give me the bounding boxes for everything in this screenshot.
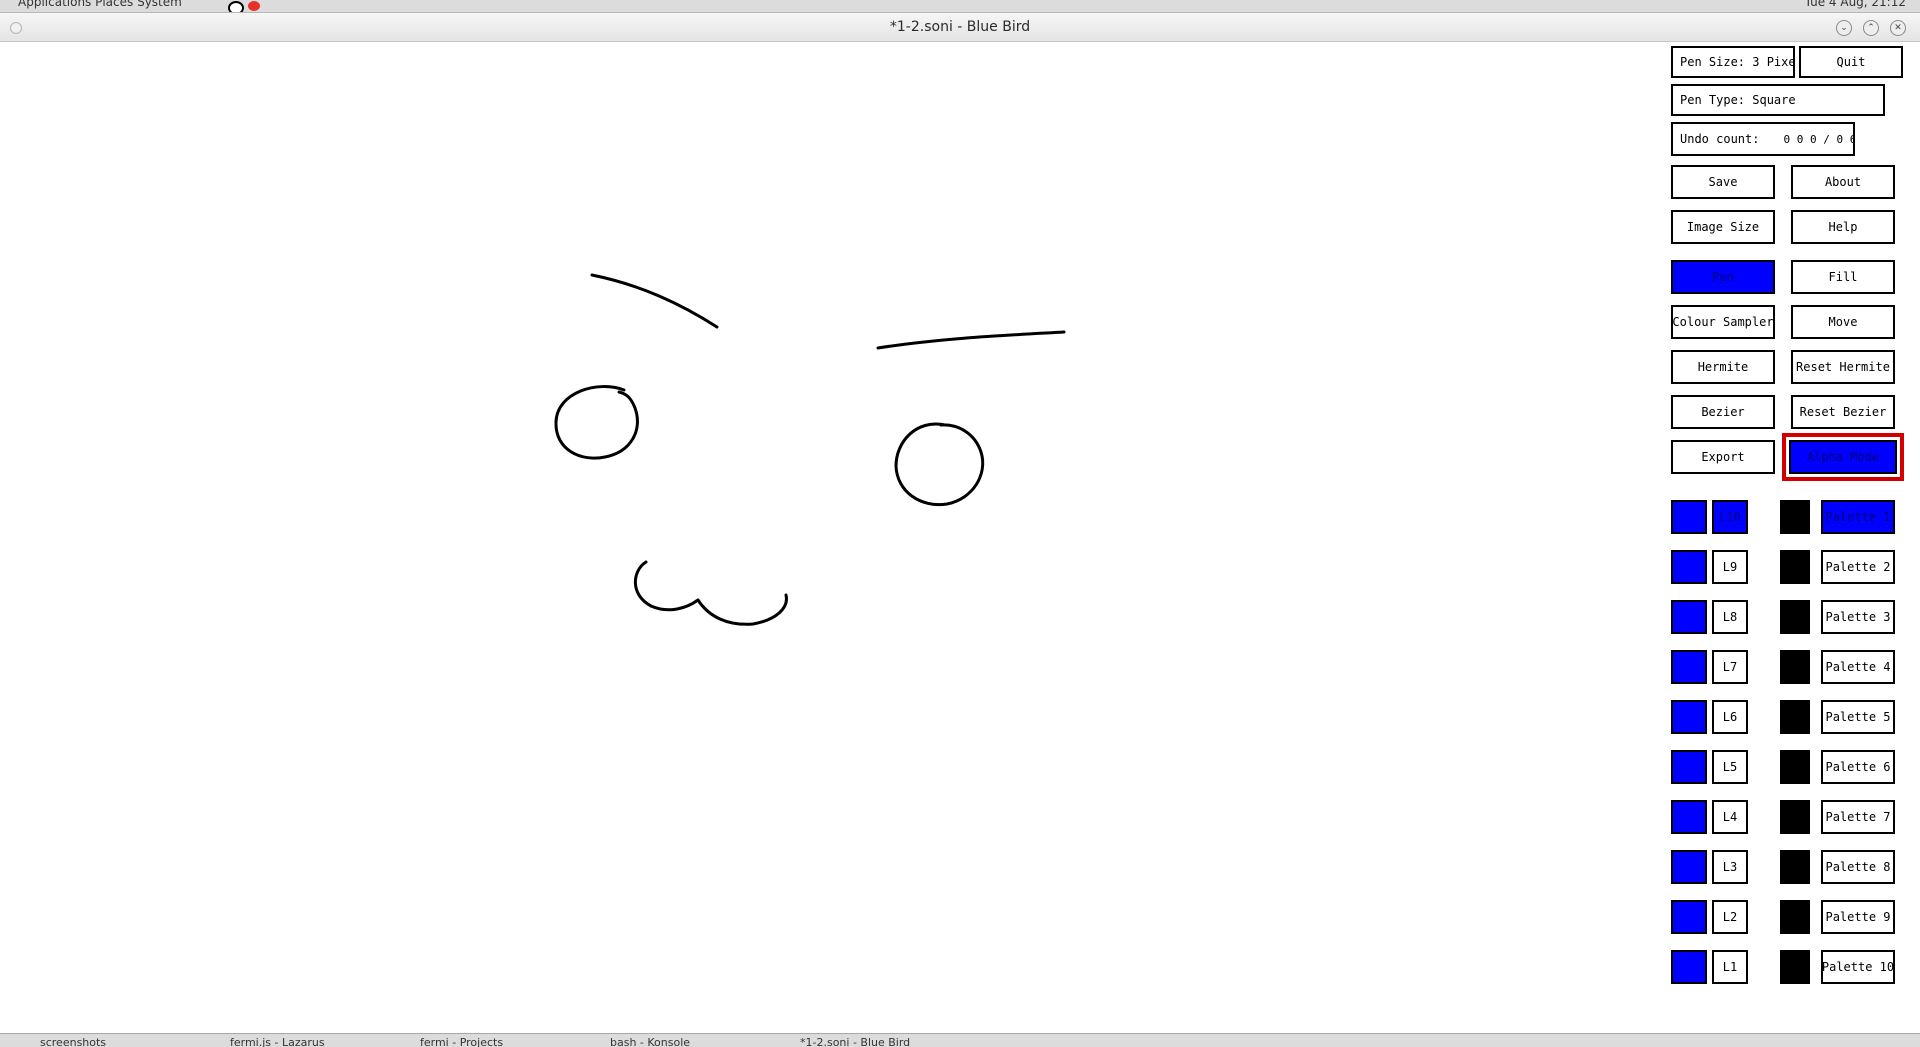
layer-button-l3[interactable]: L3 <box>1712 850 1748 884</box>
taskbar-item[interactable]: *1-2.soni - Blue Bird <box>800 1036 910 1047</box>
palette-button-2[interactable]: Palette 2 <box>1821 550 1895 584</box>
palette-color-swatch[interactable] <box>1780 700 1810 734</box>
layer-button-l6[interactable]: L6 <box>1712 700 1748 734</box>
drawing-surface[interactable] <box>1 42 1665 1032</box>
layer-color-swatch[interactable] <box>1671 700 1707 734</box>
save-button[interactable]: Save <box>1671 165 1775 199</box>
palette-color-swatch[interactable] <box>1780 950 1810 984</box>
bezier-button[interactable]: Bezier <box>1671 395 1775 429</box>
layer-button-l1[interactable]: L1 <box>1712 950 1748 984</box>
reset-bezier-button[interactable]: Reset Bezier <box>1791 395 1895 429</box>
pen-type-button[interactable]: Pen Type: Square <box>1671 84 1885 116</box>
minimize-icon[interactable]: ⌄ <box>1836 20 1852 36</box>
undo-count-display: Undo count: 0 0 0 / 0 6 4 <box>1671 122 1855 156</box>
undo-count-value: 0 0 0 / 0 6 4 <box>1783 132 1853 146</box>
quit-button[interactable]: Quit <box>1799 46 1903 78</box>
terminal-icon[interactable] <box>228 1 244 12</box>
layer-color-swatch[interactable] <box>1671 600 1707 634</box>
right-eyebrow-stroke <box>876 330 1066 350</box>
image-size-button[interactable]: Image Size <box>1671 210 1775 244</box>
palette-color-swatch[interactable] <box>1780 800 1810 834</box>
layer-button-l4[interactable]: L4 <box>1712 800 1748 834</box>
palette-color-swatch[interactable] <box>1780 650 1810 684</box>
layer-color-swatch[interactable] <box>1671 750 1707 784</box>
undo-count-label: Undo count: <box>1680 132 1760 146</box>
taskbar-item[interactable]: screenshots <box>40 1036 106 1047</box>
left-eyebrow-stroke <box>590 273 719 329</box>
taskbar-item[interactable]: fermi.js - Lazarus <box>230 1036 325 1047</box>
about-button[interactable]: About <box>1791 165 1895 199</box>
layer-button-l10[interactable]: L10 <box>1712 500 1748 534</box>
colour-sampler-button[interactable]: Colour Sampler <box>1671 305 1775 339</box>
layer-color-swatch[interactable] <box>1671 800 1707 834</box>
palette-color-swatch[interactable] <box>1780 850 1810 884</box>
mouth-stroke <box>633 560 788 626</box>
window-titlebar[interactable]: *1-2.soni - Blue Bird ⌄ ⌃ ✕ <box>0 13 1920 42</box>
palette-button-5[interactable]: Palette 5 <box>1821 700 1895 734</box>
palette-button-1[interactable]: Palette 1 <box>1821 500 1895 534</box>
taskbar: screenshots fermi.js - Lazarus fermi - Pro… <box>0 1033 1920 1047</box>
screen: Applications Places System Tue 4 Aug, 21… <box>0 0 1920 1047</box>
close-icon[interactable]: ✕ <box>1890 20 1906 36</box>
move-tool-button[interactable]: Move <box>1791 305 1895 339</box>
desktop-top-panel: Applications Places System Tue 4 Aug, 21… <box>0 0 1920 13</box>
layer-color-swatch[interactable] <box>1671 850 1707 884</box>
palette-button-4[interactable]: Palette 4 <box>1821 650 1895 684</box>
layer-button-l5[interactable]: L5 <box>1712 750 1748 784</box>
taskbar-item[interactable]: bash - Konsole <box>610 1036 690 1047</box>
hermite-button[interactable]: Hermite <box>1671 350 1775 384</box>
reset-hermite-button[interactable]: Reset Hermite <box>1791 350 1895 384</box>
layer-button-l9[interactable]: L9 <box>1712 550 1748 584</box>
palette-button-9[interactable]: Palette 9 <box>1821 900 1895 934</box>
layer-button-l7[interactable]: L7 <box>1712 650 1748 684</box>
applications-menu[interactable]: Applications Places System <box>18 0 182 9</box>
layer-color-swatch[interactable] <box>1671 650 1707 684</box>
palette-color-swatch[interactable] <box>1780 900 1810 934</box>
alpha-mode-button[interactable]: Alpha Mode <box>1789 440 1897 474</box>
palette-button-6[interactable]: Palette 6 <box>1821 750 1895 784</box>
palette-color-swatch[interactable] <box>1780 750 1810 784</box>
layer-color-swatch[interactable] <box>1671 950 1707 984</box>
help-button[interactable]: Help <box>1791 210 1895 244</box>
left-eye-stroke <box>554 385 639 460</box>
palette-color-swatch[interactable] <box>1780 550 1810 584</box>
palette-button-10[interactable]: Palette 10 <box>1821 950 1895 984</box>
palette-button-8[interactable]: Palette 8 <box>1821 850 1895 884</box>
taskbar-item[interactable]: fermi - Projects <box>420 1036 503 1047</box>
pen-tool-button[interactable]: Pen <box>1671 260 1775 294</box>
layer-color-swatch[interactable] <box>1671 500 1707 534</box>
palette-button-7[interactable]: Palette 7 <box>1821 800 1895 834</box>
window-title: *1-2.soni - Blue Bird <box>889 19 1031 35</box>
layer-button-l2[interactable]: L2 <box>1712 900 1748 934</box>
record-icon[interactable] <box>248 1 260 11</box>
pen-size-button[interactable]: Pen Size: 3 Pixel <box>1671 46 1795 78</box>
drawing-canvas[interactable] <box>1 42 1665 1032</box>
layer-color-swatch[interactable] <box>1671 550 1707 584</box>
layer-color-swatch[interactable] <box>1671 900 1707 934</box>
palette-color-swatch[interactable] <box>1780 600 1810 634</box>
clock[interactable]: Tue 4 Aug, 21:12 <box>1805 0 1906 9</box>
export-button[interactable]: Export <box>1671 440 1775 474</box>
right-eye-stroke <box>894 422 985 507</box>
layer-button-l8[interactable]: L8 <box>1712 600 1748 634</box>
maximize-icon[interactable]: ⌃ <box>1863 20 1879 36</box>
palette-button-3[interactable]: Palette 3 <box>1821 600 1895 634</box>
fill-tool-button[interactable]: Fill <box>1791 260 1895 294</box>
palette-color-swatch[interactable] <box>1780 500 1810 534</box>
